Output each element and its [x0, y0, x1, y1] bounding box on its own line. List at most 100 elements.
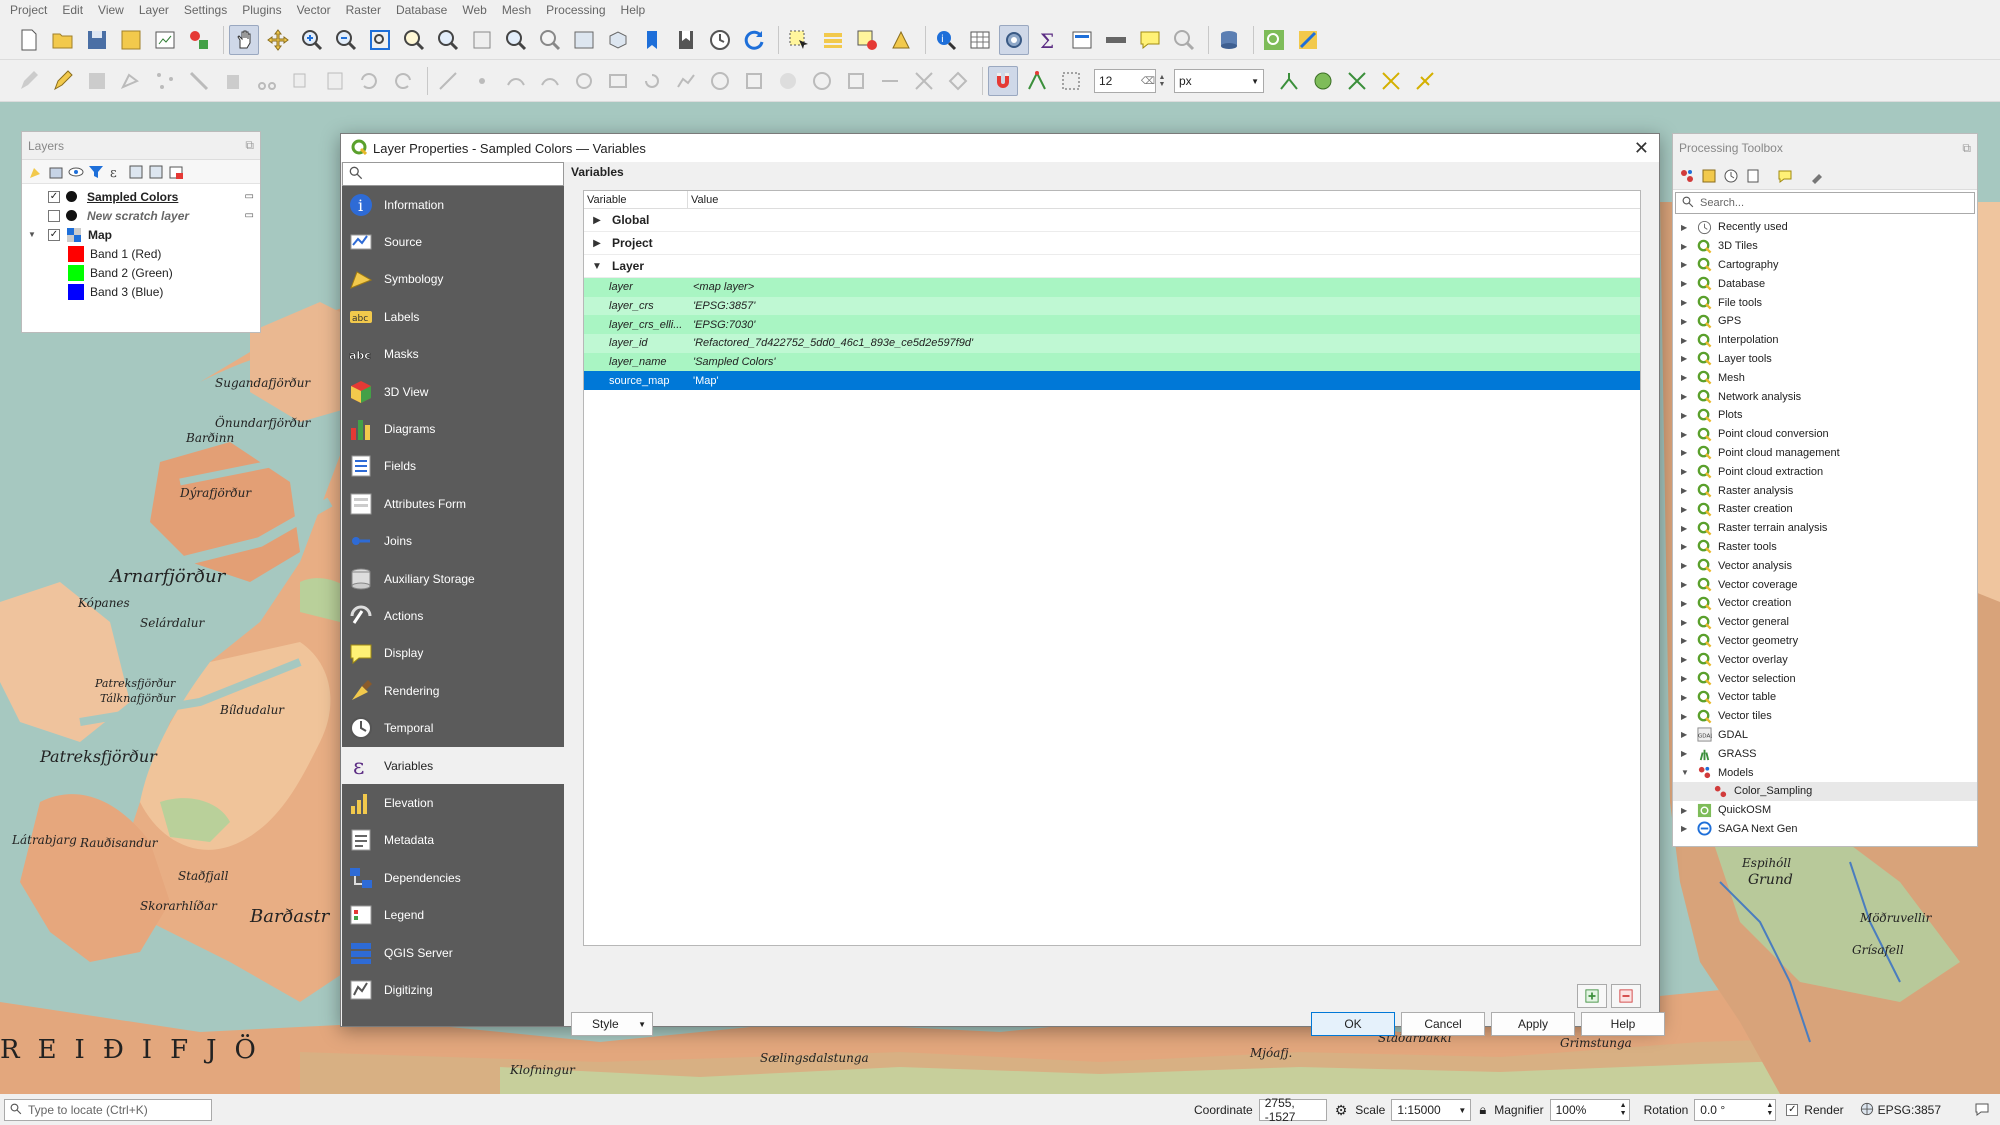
column-header-value[interactable]: Value: [688, 191, 718, 208]
table-row[interactable]: layer_id 'Refactored_7d422752_5dd0_46c1_…: [584, 334, 1640, 353]
new-map-view-icon[interactable]: [569, 25, 599, 55]
sidebar-item-information[interactable]: i Information: [342, 186, 564, 223]
chevron-right-icon[interactable]: ▶: [1681, 824, 1693, 833]
chevron-right-icon[interactable]: ▶: [1681, 467, 1693, 476]
processing-provider-item[interactable]: ▶ Vector overlay: [1673, 650, 1977, 669]
chevron-right-icon[interactable]: ▶: [1681, 524, 1693, 533]
chevron-right-icon[interactable]: ▶: [1681, 674, 1693, 683]
options-icon[interactable]: [1809, 168, 1825, 184]
sidebar-item-rendering[interactable]: Rendering: [342, 672, 564, 709]
chevron-right-icon[interactable]: ▶: [1681, 806, 1693, 815]
split-features-icon[interactable]: [569, 66, 599, 96]
magnifier-spinbox[interactable]: 100% ▲ ▼: [1549, 1099, 1630, 1121]
quickosm-icon[interactable]: [1259, 25, 1289, 55]
chevron-right-icon[interactable]: ▶: [1681, 411, 1693, 420]
crs-globe-icon[interactable]: [1860, 1102, 1874, 1119]
modify-attributes-icon[interactable]: [184, 66, 214, 96]
snapping-mode-icon[interactable]: [1056, 66, 1086, 96]
new-project-icon[interactable]: [14, 25, 44, 55]
chevron-right-icon[interactable]: ▶: [1681, 561, 1693, 570]
chevron-right-icon[interactable]: ▶: [1681, 505, 1693, 514]
menu-web[interactable]: Web: [456, 3, 495, 17]
layer-visibility-checkbox[interactable]: [48, 209, 60, 222]
processing-provider-item[interactable]: ▶ QuickOSM: [1673, 801, 1977, 820]
scale-dropdown[interactable]: 1:15000 ▼: [1391, 1099, 1472, 1121]
open-field-calculator-icon[interactable]: [1067, 25, 1097, 55]
trim-extend-icon[interactable]: [909, 66, 939, 96]
select-node-icon[interactable]: [943, 66, 973, 96]
chevron-right-icon[interactable]: ▶: [1681, 618, 1693, 627]
processing-provider-item[interactable]: ▶ Point cloud extraction: [1673, 462, 1977, 481]
sidebar-item-diagrams[interactable]: Diagrams: [342, 410, 564, 447]
layer-visibility-checkbox[interactable]: ✓: [48, 228, 60, 241]
snapping-units-dropdown[interactable]: px ▼: [1174, 69, 1264, 93]
processing-provider-item[interactable]: ▶ Raster creation: [1673, 500, 1977, 519]
menu-processing[interactable]: Processing: [540, 3, 614, 17]
menu-edit[interactable]: Edit: [56, 3, 92, 17]
sidebar-item-dependencies[interactable]: Dependencies: [342, 859, 564, 896]
menu-vector[interactable]: Vector: [291, 3, 340, 17]
print-layout-icon[interactable]: [150, 25, 180, 55]
lock-scale-icon[interactable]: 🔒︎: [1479, 1102, 1486, 1118]
refresh-icon[interactable]: [739, 25, 769, 55]
sidebar-item-labels[interactable]: abc Labels: [342, 298, 564, 335]
chevron-right-icon[interactable]: ▶: [1681, 373, 1693, 382]
sidebar-item-3d-view[interactable]: 3D View: [342, 373, 564, 410]
select-by-location-icon[interactable]: [886, 25, 916, 55]
collapse-all-icon[interactable]: [148, 164, 164, 180]
show-bookmarks-icon[interactable]: [671, 25, 701, 55]
menu-plugins[interactable]: Plugins: [236, 3, 290, 17]
zoom-in-icon[interactable]: [297, 25, 327, 55]
snapping-vertex-icon[interactable]: [1022, 66, 1052, 96]
remove-layer-icon[interactable]: [168, 164, 184, 180]
processing-provider-item[interactable]: ▶ GRASS: [1673, 744, 1977, 763]
table-row[interactable]: layer_crs_elli... 'EPSG:7030': [584, 315, 1640, 335]
chevron-right-icon[interactable]: ▶: [1681, 448, 1693, 457]
menu-view[interactable]: View: [92, 3, 133, 17]
sidebar-item-actions[interactable]: Actions: [342, 597, 564, 634]
render-checkbox[interactable]: ✓: [1786, 1104, 1799, 1116]
clear-tolerance-icon[interactable]: ⌫: [1141, 76, 1155, 87]
cut-features-icon[interactable]: [252, 66, 282, 96]
vertex-tool-icon[interactable]: [150, 66, 180, 96]
chevron-right-icon[interactable]: ▶: [1681, 730, 1693, 739]
processing-provider-item[interactable]: ▶ Raster terrain analysis: [1673, 519, 1977, 538]
chevron-right-icon[interactable]: ▶: [1681, 223, 1693, 232]
add-group-icon[interactable]: [48, 164, 64, 180]
layer-row-new-scratch-layer[interactable]: New scratch layer ▭: [22, 206, 260, 225]
ok-button[interactable]: OK: [1311, 1012, 1395, 1036]
chevron-right-icon[interactable]: ▶: [1681, 693, 1693, 702]
panel-close-icon[interactable]: ⧉: [245, 138, 254, 153]
history-icon[interactable]: [1723, 168, 1739, 184]
add-feature-icon[interactable]: [116, 66, 146, 96]
processing-provider-item[interactable]: ▶ Layer tools: [1673, 350, 1977, 369]
edit-features-in-place-icon[interactable]: [1777, 168, 1793, 184]
delete-part-icon[interactable]: [841, 66, 871, 96]
processing-provider-item[interactable]: ▶ Vector geometry: [1673, 632, 1977, 651]
map-tips-icon[interactable]: [1135, 25, 1165, 55]
snapping-intersection-icon[interactable]: [1308, 66, 1338, 96]
table-row[interactable]: layer <map layer>: [584, 278, 1640, 297]
coordinate-field[interactable]: 2755, -1527: [1258, 1096, 1327, 1124]
layer-row-map[interactable]: ▼ ✓ Map: [22, 225, 260, 244]
menu-layer[interactable]: Layer: [133, 3, 178, 17]
attribute-selection-icon[interactable]: [818, 25, 848, 55]
column-header-variable[interactable]: Variable: [584, 191, 688, 208]
group-row-layer[interactable]: ▼ Layer: [584, 255, 1640, 278]
chevron-right-icon[interactable]: ▶: [1681, 430, 1693, 439]
identify-features-icon[interactable]: i: [931, 25, 961, 55]
chevron-right-icon[interactable]: ▶: [1681, 712, 1693, 721]
manage-visibility-icon[interactable]: [68, 164, 84, 180]
processing-provider-item[interactable]: ▶ Vector coverage: [1673, 575, 1977, 594]
zoom-to-layer-icon[interactable]: [433, 25, 463, 55]
help-button[interactable]: Help: [1581, 1012, 1665, 1036]
spinner-arrows-icon[interactable]: ▲ ▼: [1620, 1102, 1627, 1118]
layer-visibility-checkbox[interactable]: ✓: [48, 190, 60, 203]
attribute-table-icon[interactable]: [965, 25, 995, 55]
open-layer-styling-icon[interactable]: [28, 164, 44, 180]
chevron-right-icon[interactable]: ▶: [1681, 580, 1693, 589]
chevron-right-icon[interactable]: ▶: [1681, 242, 1693, 251]
add-variable-button[interactable]: [1577, 984, 1607, 1008]
panel-close-icon[interactable]: ⧉: [1962, 141, 1971, 156]
snapping-magnet-icon[interactable]: [988, 66, 1018, 96]
